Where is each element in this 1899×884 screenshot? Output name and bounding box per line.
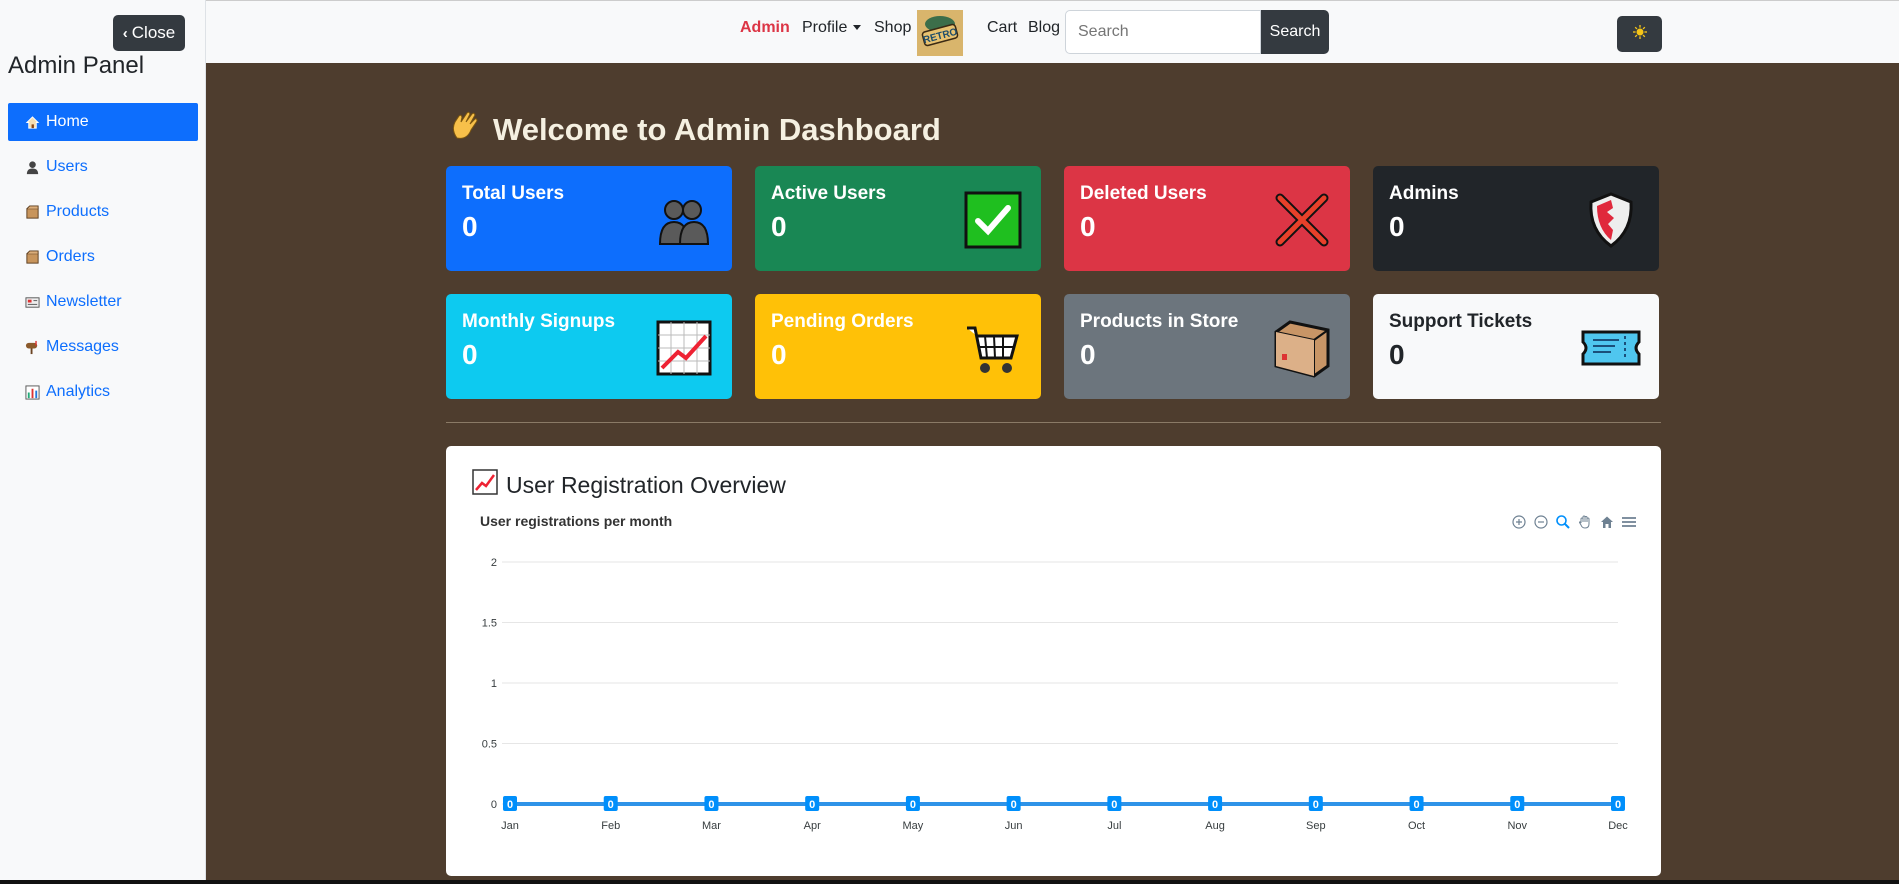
stat-card-monthly-signups[interactable]: Monthly Signups 0 (446, 294, 732, 399)
data-label: 0 (1011, 799, 1017, 811)
ticket-icon (1581, 318, 1641, 378)
sidebar: ‹ Close Admin Panel Home Users Products (0, 0, 206, 880)
check-icon (963, 190, 1023, 250)
sidebar-item-users[interactable]: Users (8, 148, 198, 186)
waving-hand-icon (447, 108, 483, 152)
sidebar-item-newsletter[interactable]: Newsletter (8, 283, 198, 321)
data-label: 0 (708, 799, 714, 811)
sidebar-item-products[interactable]: Products (8, 193, 198, 231)
x-tick-label: Dec (1608, 820, 1628, 832)
retro-logo[interactable]: RETRO (917, 10, 963, 56)
welcome-text: Welcome to Admin Dashboard (493, 112, 941, 147)
y-tick-label: 0 (491, 799, 497, 811)
registrations-line-chart: 0 0.5 1 1.5 2 0 Jan 0 Feb 0 Mar 0 Apr 0 May 0 Jun 0 Jul 0 Au… (482, 557, 1629, 832)
bar-chart-icon (24, 384, 41, 401)
cart-icon (963, 318, 1023, 378)
close-label: Close (131, 23, 176, 42)
newspaper-icon (24, 294, 41, 311)
top-navbar: Admin Profile Shop RETRO Cart Blog Searc… (206, 0, 1899, 63)
nav-admin-link[interactable]: Admin (740, 19, 790, 37)
data-label: 0 (1615, 799, 1621, 811)
nav-shop-link[interactable]: Shop (874, 19, 911, 37)
stat-card-active-users[interactable]: Active Users 0 (755, 166, 1041, 271)
x-tick-label: Nov (1507, 820, 1527, 832)
data-label: 0 (1212, 799, 1218, 811)
x-tick-label: Oct (1408, 820, 1425, 832)
sidebar-item-label: Products (46, 203, 110, 220)
sidebar-item-label: Home (46, 113, 89, 130)
sidebar-item-label: Analytics (46, 383, 111, 400)
data-label: 0 (1413, 799, 1419, 811)
stat-card-pending-orders[interactable]: Pending Orders 0 (755, 294, 1041, 399)
sidebar-title: Admin Panel (8, 52, 145, 79)
data-label: 0 (910, 799, 916, 811)
data-label: 0 (1313, 799, 1319, 811)
nav-blog-link[interactable]: Blog (1028, 19, 1060, 37)
theme-toggle-button[interactable] (1617, 16, 1662, 52)
data-label: 0 (507, 799, 513, 811)
sidebar-item-label: Newsletter (46, 293, 122, 310)
shield-icon (1581, 190, 1641, 250)
sidebar-item-label: Orders (46, 248, 95, 265)
sidebar-item-messages[interactable]: Messages (8, 328, 198, 366)
stat-card-products-in-store[interactable]: Products in Store 0 (1064, 294, 1350, 399)
chart-card: User Registration Overview User registra… (446, 446, 1661, 876)
divider (446, 422, 1661, 423)
nav-profile-dropdown[interactable]: Profile (802, 19, 862, 37)
sidebar-item-orders[interactable]: Orders (8, 238, 198, 276)
data-label: 0 (1111, 799, 1117, 811)
x-tick-label: Aug (1205, 820, 1225, 832)
page-title: Welcome to Admin Dashboard (447, 108, 941, 152)
sun-icon (1632, 24, 1647, 44)
cross-icon (1272, 190, 1332, 250)
y-tick-label: 0.5 (482, 739, 497, 751)
data-label: 0 (809, 799, 815, 811)
sidebar-nav: Home Users Products Orders Newsletter Me… (8, 103, 198, 418)
box-icon (1272, 318, 1332, 378)
trend-chart-icon (654, 318, 714, 378)
x-tick-label: Mar (702, 820, 721, 832)
close-sidebar-button[interactable]: ‹ Close (113, 15, 185, 51)
search-button[interactable]: Search (1261, 10, 1329, 54)
box-icon (24, 204, 41, 221)
stat-card-support-tickets[interactable]: Support Tickets 0 (1373, 294, 1659, 399)
stat-card-deleted-users[interactable]: Deleted Users 0 (1064, 166, 1350, 271)
sidebar-item-analytics[interactable]: Analytics (8, 373, 198, 411)
mailbox-icon (24, 339, 41, 356)
sidebar-item-home[interactable]: Home (8, 103, 198, 141)
data-label: 0 (608, 799, 614, 811)
caret-down-icon (853, 25, 862, 31)
x-tick-label: Jul (1107, 820, 1121, 832)
sidebar-item-label: Messages (46, 338, 119, 355)
box-icon (24, 249, 41, 266)
x-tick-label: Jun (1005, 820, 1023, 832)
y-tick-label: 1.5 (482, 618, 497, 630)
house-icon (24, 114, 41, 131)
stat-card-total-users[interactable]: Total Users 0 (446, 166, 732, 271)
chevron-left-icon: ‹ (122, 24, 128, 42)
x-tick-label: Apr (804, 820, 821, 832)
nav-profile-label: Profile (802, 19, 848, 36)
people-icon (654, 190, 714, 250)
stat-card-admins[interactable]: Admins 0 (1373, 166, 1659, 271)
y-tick-label: 1 (491, 678, 497, 690)
nav-cart-link[interactable]: Cart (987, 19, 1017, 37)
window-bottom-edge (0, 880, 1899, 884)
x-tick-label: Sep (1306, 820, 1326, 832)
search-input[interactable] (1065, 10, 1261, 54)
x-tick-label: Feb (601, 820, 620, 832)
data-label: 0 (1514, 799, 1520, 811)
x-tick-label: May (903, 820, 924, 832)
user-icon (24, 159, 41, 176)
x-tick-label: Jan (501, 820, 519, 832)
sidebar-item-label: Users (46, 158, 88, 175)
y-tick-label: 2 (491, 557, 497, 569)
